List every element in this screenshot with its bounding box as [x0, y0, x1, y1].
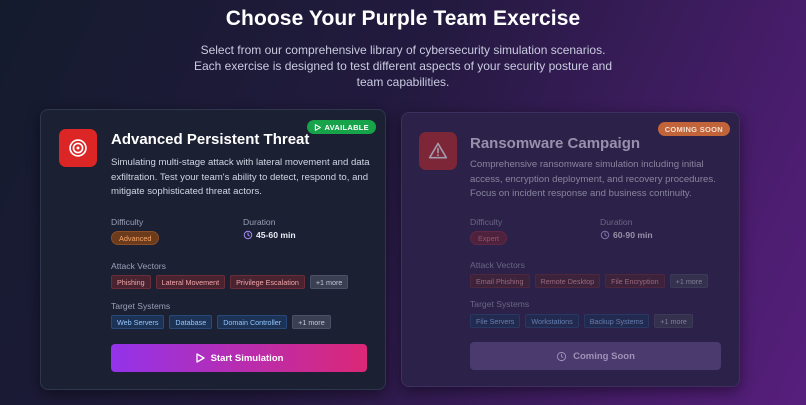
card-icon-box — [419, 132, 457, 170]
page-header: Choose Your Purple Team Exercise Select … — [0, 6, 806, 90]
page-subtitle: Select from our comprehensive library of… — [193, 43, 612, 89]
attack-vectors-more-tag: +1 more — [669, 274, 709, 288]
attack-vector-tag: File Encryption — [605, 274, 665, 288]
coming-soon-button: Coming Soon — [470, 342, 721, 370]
target-systems-label: Target Systems — [470, 299, 530, 309]
attack-vector-tag: Email Phishing — [470, 274, 530, 288]
target-icon — [69, 139, 87, 157]
attack-vector-tag: Remote Desktop — [534, 274, 601, 288]
attack-vectors-list: Phishing Lateral Movement Privilege Esca… — [111, 275, 349, 289]
status-badge-label: AVAILABLE — [324, 122, 369, 132]
duration-value: 45-60 min — [243, 230, 296, 240]
clock-icon — [600, 230, 610, 240]
card-icon-box — [59, 129, 97, 167]
target-system-tag: Database — [169, 315, 213, 329]
clock-icon — [557, 351, 567, 361]
difficulty-badge: Advanced — [111, 231, 160, 245]
difficulty-badge: Expert — [470, 231, 508, 245]
attack-vectors-list: Email Phishing Remote Desktop File Encry… — [470, 274, 709, 288]
duration-value: 60-90 min — [600, 230, 653, 240]
play-icon — [195, 353, 205, 363]
duration-label: Duration — [243, 217, 276, 227]
page-title: Choose Your Purple Team Exercise — [225, 7, 581, 30]
warning-triangle-icon — [428, 142, 448, 159]
attack-vectors-more-tag: +1 more — [309, 275, 349, 289]
difficulty-label: Difficulty — [111, 217, 144, 227]
attack-vectors-label: Attack Vectors — [111, 261, 166, 271]
target-systems-more-tag: +1 more — [654, 314, 693, 328]
target-system-tag: Domain Controller — [217, 315, 288, 329]
attack-vectors-label: Attack Vectors — [470, 260, 525, 270]
card-title: Advanced Persistent Threat — [111, 131, 310, 148]
difficulty-label: Difficulty — [470, 217, 503, 227]
card-description: Simulating multi-stage attack with later… — [111, 157, 370, 197]
target-systems-list: Web Servers Database Domain Controller +… — [111, 315, 331, 329]
coming-soon-label: Coming Soon — [573, 350, 635, 362]
status-badge: COMING SOON — [657, 122, 730, 136]
attack-vector-tag: Privilege Escalation — [230, 275, 305, 289]
card-title: Ransomware Campaign — [470, 135, 641, 152]
exercise-card-apt[interactable]: AVAILABLE Advanced Persistent Threat Sim… — [40, 109, 386, 390]
start-simulation-button[interactable]: Start Simulation — [111, 344, 367, 372]
attack-vector-tag: Lateral Movement — [155, 275, 226, 289]
target-system-tag: Workstations — [525, 314, 579, 328]
status-badge-label: COMING SOON — [664, 124, 723, 134]
target-systems-label: Target Systems — [111, 301, 171, 311]
target-system-tag: Backup Systems — [583, 314, 650, 328]
target-systems-list: File Servers Workstations Backup Systems… — [470, 314, 693, 328]
target-systems-more-tag: +1 more — [292, 315, 331, 329]
status-badge: AVAILABLE — [307, 120, 376, 134]
target-system-tag: Web Servers — [111, 315, 165, 329]
clock-icon — [243, 230, 253, 240]
target-system-tag: File Servers — [470, 314, 521, 328]
exercise-card-ransomware: COMING SOON Ransomware Campaign Comprehe… — [401, 112, 740, 387]
attack-vector-tag: Phishing — [111, 275, 151, 289]
start-simulation-label: Start Simulation — [210, 352, 284, 364]
play-icon — [315, 123, 322, 131]
duration-label: Duration — [600, 217, 633, 227]
card-description: Comprehensive ransomware simulation incl… — [470, 159, 716, 199]
